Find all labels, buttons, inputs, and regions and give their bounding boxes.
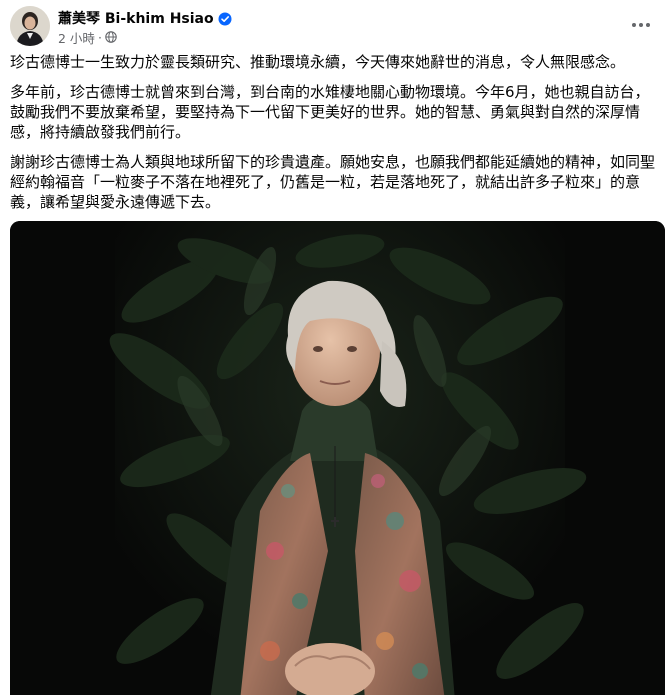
post-photo[interactable] (10, 221, 665, 695)
author-row: 蕭美琴 Bi-khim Hsiao (58, 9, 232, 27)
verified-badge-icon (218, 11, 232, 26)
portrait-photo (10, 221, 665, 695)
post-paragraph: 珍古德博士一生致力於靈長類研究、推動環境永續，今天傳來她辭世的消息，令人無限感念… (10, 53, 626, 71)
more-options-icon (632, 23, 650, 27)
facebook-post: 蕭美琴 Bi-khim Hsiao 2 小時 · 珍古德博士一生致力於靈長類研究… (0, 0, 669, 695)
post-paragraph: 多年前，珍古德博士就曾來到台灣，到台南的水雉棲地關心動物環境。今年6月，她也親自… (10, 83, 650, 141)
author-avatar[interactable] (10, 6, 50, 46)
post-body: 珍古德博士一生致力於靈長類研究、推動環境永續，今天傳來她辭世的消息，令人無限感念… (10, 52, 660, 222)
globe-icon[interactable] (105, 31, 117, 43)
more-options-button[interactable] (626, 10, 656, 40)
post-header: 蕭美琴 Bi-khim Hsiao 2 小時 · (10, 6, 660, 48)
avatar-portrait-icon (10, 6, 50, 46)
author-name[interactable]: 蕭美琴 Bi-khim Hsiao (58, 8, 214, 28)
meta-separator: · (97, 29, 102, 45)
post-timestamp[interactable]: 2 小時 (58, 28, 95, 47)
post-paragraph: 謝謝珍古德博士為人類與地球所留下的珍貴遺產。願她安息，也願我們都能延續她的精神，… (10, 153, 656, 211)
post-meta: 2 小時 · (58, 28, 117, 47)
